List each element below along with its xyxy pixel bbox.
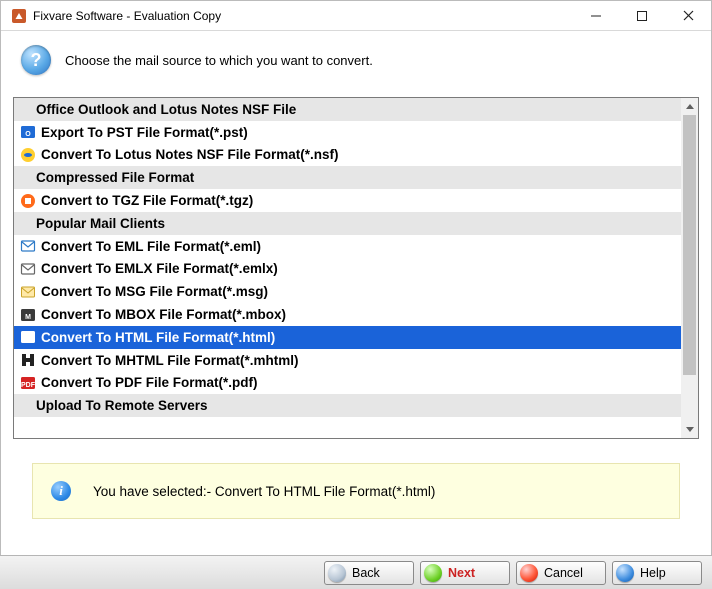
prompt-text: Choose the mail source to which you want… [65,53,373,68]
list-item-label: Convert To EML File Format(*.eml) [41,239,261,254]
pdf-icon: PDF [19,374,37,392]
svg-text:PDF: PDF [21,382,36,389]
scrollbar[interactable] [681,98,698,438]
list-item[interactable]: O Export To PST File Format(*.pst) [14,121,681,144]
header: ? Choose the mail source to which you wa… [1,31,711,97]
eml-icon [19,237,37,255]
list-item-label: Convert To MBOX File Format(*.mbox) [41,307,286,322]
list-category: Popular Mail Clients [14,212,681,235]
list-item[interactable]: Convert To Lotus Notes NSF File Format(*… [14,144,681,167]
cancel-button[interactable]: Cancel [516,561,606,585]
help-button[interactable]: Help [612,561,702,585]
msg-icon [19,283,37,301]
format-list-container: Office Outlook and Lotus Notes NSF File O… [13,97,699,439]
list-category: Compressed File Format [14,166,681,189]
list-item-label: Convert To HTML File Format(*.html) [41,330,275,345]
list-item-label: Convert To EMLX File Format(*.emlx) [41,261,278,276]
mhtml-icon [19,351,37,369]
format-list: Office Outlook and Lotus Notes NSF File O… [14,98,681,438]
maximize-button[interactable] [619,1,665,30]
info-icon: i [51,481,71,501]
list-item-label: Convert To MHTML File Format(*.mhtml) [41,353,299,368]
list-item[interactable]: Convert To HTML File Format(*.html) [14,326,681,349]
next-icon [424,564,442,582]
app-icon [11,8,27,24]
list-item[interactable]: Convert To EML File Format(*.eml) [14,235,681,258]
list-item-label: Convert To PDF File Format(*.pdf) [41,375,258,390]
window-titlebar: Fixvare Software - Evaluation Copy [1,1,711,31]
list-category: Upload To Remote Servers [14,394,681,417]
list-item[interactable]: PDF Convert To PDF File Format(*.pdf) [14,372,681,395]
cancel-icon [520,564,538,582]
list-item[interactable]: Convert To MSG File Format(*.msg) [14,280,681,303]
list-item-label: Convert To MSG File Format(*.msg) [41,284,268,299]
scroll-track[interactable] [681,115,698,421]
scroll-up-button[interactable] [681,98,698,115]
list-item[interactable]: M Convert To MBOX File Format(*.mbox) [14,303,681,326]
help-icon [616,564,634,582]
scroll-down-button[interactable] [681,421,698,438]
list-item-label: Compressed File Format [36,170,194,185]
footer: Back Next Cancel Help [0,555,712,589]
close-button[interactable] [665,1,711,30]
mbox-icon: M [19,306,37,324]
list-item-label: Office Outlook and Lotus Notes NSF File [36,102,296,117]
list-item[interactable]: Convert To MHTML File Format(*.mhtml) [14,349,681,372]
back-icon [328,564,346,582]
window-title: Fixvare Software - Evaluation Copy [33,9,221,23]
minimize-button[interactable] [573,1,619,30]
selection-notice: i You have selected:- Convert To HTML Fi… [32,463,680,519]
notice-text: You have selected:- Convert To HTML File… [93,484,435,499]
html-icon [19,328,37,346]
tgz-icon [19,192,37,210]
list-category: Office Outlook and Lotus Notes NSF File [14,98,681,121]
list-item-label: Convert to TGZ File Format(*.tgz) [41,193,253,208]
emlx-icon [19,260,37,278]
scroll-thumb[interactable] [683,115,696,375]
list-item-label: Convert To Lotus Notes NSF File Format(*… [41,147,339,162]
list-item-label: Export To PST File Format(*.pst) [41,125,248,140]
list-item[interactable]: Convert To EMLX File Format(*.emlx) [14,258,681,281]
back-button[interactable]: Back [324,561,414,585]
nsf-icon [19,146,37,164]
window-controls [573,1,711,30]
svg-text:M: M [25,314,31,321]
next-button[interactable]: Next [420,561,510,585]
list-item[interactable]: Convert to TGZ File Format(*.tgz) [14,189,681,212]
svg-text:O: O [25,131,31,138]
list-item-label: Popular Mail Clients [36,216,165,231]
outlook-icon: O [19,123,37,141]
list-item-label: Upload To Remote Servers [36,398,208,413]
question-icon: ? [21,45,51,75]
